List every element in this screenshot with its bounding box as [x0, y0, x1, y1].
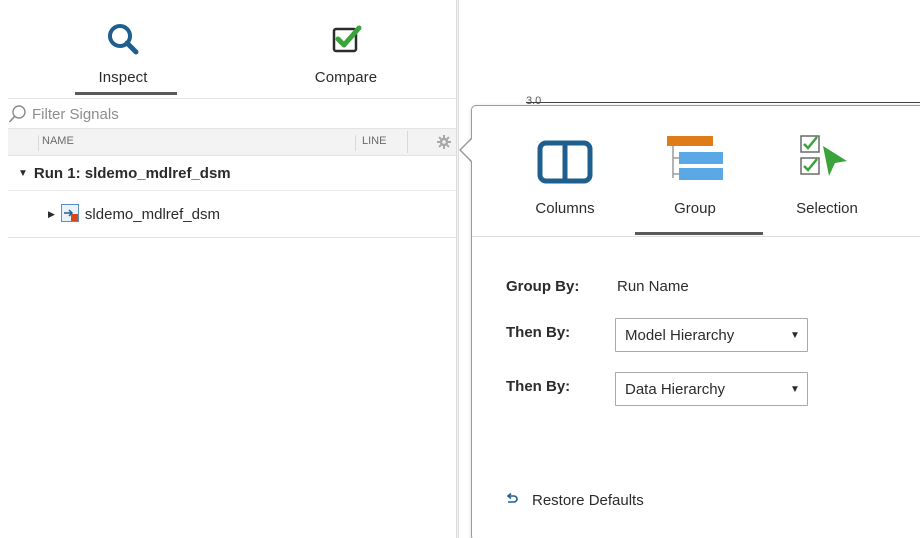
active-tab-indicator [75, 92, 177, 95]
left-panel: Inspect Compare NAME LINE [0, 0, 459, 538]
then-by-1-label: Then By: [506, 324, 571, 341]
plot-axis-line [526, 102, 920, 103]
column-header-name[interactable]: NAME [38, 135, 74, 151]
chevron-down-icon: ▼ [790, 329, 800, 341]
then-by-1-dropdown[interactable]: Model Hierarchy ▼ [615, 318, 808, 352]
undo-icon [506, 492, 518, 509]
then-by-1-value: Model Hierarchy [625, 326, 735, 344]
group-by-label: Group By: [506, 278, 580, 295]
sdi-window: Inspect Compare NAME LINE [0, 0, 920, 538]
then-by-2-dropdown[interactable]: Data Hierarchy ▼ [615, 372, 808, 406]
group-icon [665, 134, 725, 184]
expand-caret-icon[interactable]: ▶ [48, 209, 55, 220]
compare-checkbox-icon [329, 20, 363, 58]
search-icon [105, 20, 141, 58]
group-by-value: Run Name [617, 278, 689, 295]
chevron-down-icon: ▼ [790, 383, 800, 395]
restore-defaults-button[interactable]: Restore Defaults [506, 492, 644, 509]
tab-selection[interactable]: Selection [772, 134, 882, 234]
signal-label: sldemo_mdlref_dsm [84, 206, 220, 223]
column-header-line[interactable]: LINE [355, 135, 407, 151]
tab-group[interactable]: Group [640, 134, 750, 234]
then-by-2-label: Then By: [506, 378, 571, 395]
popover-arrow-inner [461, 138, 473, 162]
signal-row[interactable]: ▶ sldemo_mdlref_dsm [8, 192, 459, 238]
tab-compare[interactable]: Compare [286, 20, 406, 98]
active-popover-tab-indicator [635, 232, 763, 235]
restore-defaults-label: Restore Defaults [532, 492, 644, 509]
popover-tabs-divider [472, 236, 920, 237]
gear-icon[interactable] [436, 134, 452, 153]
tab-group-label: Group [674, 200, 716, 217]
tab-columns[interactable]: Columns [510, 134, 620, 234]
tab-columns-label: Columns [535, 200, 595, 217]
panel-splitter[interactable] [456, 0, 459, 538]
then-by-2-value: Data Hierarchy [625, 380, 726, 398]
run-label: Run 1: sldemo_mdlref_dsm [33, 165, 231, 182]
signal-table-header: NAME LINE [8, 128, 459, 156]
filter-row [8, 103, 459, 125]
tab-inspect[interactable]: Inspect [63, 20, 183, 98]
tab-selection-label: Selection [796, 200, 858, 217]
columns-icon [537, 134, 593, 184]
filter-search-icon [8, 105, 26, 123]
tab-inspect-label: Inspect [98, 69, 148, 86]
model-reference-icon [60, 203, 79, 226]
collapse-caret-icon[interactable]: ▼ [18, 168, 28, 179]
filter-signals-input[interactable] [32, 104, 332, 124]
tabs-divider [8, 98, 459, 99]
tab-compare-label: Compare [314, 69, 378, 86]
column-separator [407, 131, 408, 153]
selection-icon [799, 134, 855, 184]
run-row[interactable]: ▼ Run 1: sldemo_mdlref_dsm [8, 157, 459, 191]
table-settings-popover: Columns Group Selection Group By: Run Na… [471, 105, 920, 538]
